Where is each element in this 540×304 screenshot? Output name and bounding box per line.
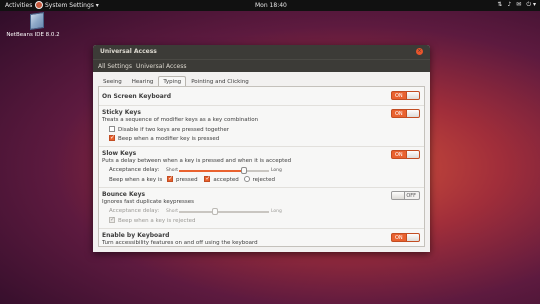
enable-by-keyboard-desc: Turn accessibility features on and off u… [102, 240, 258, 246]
netbeans-cube-icon [30, 12, 44, 30]
universal-access-window: Universal Access × All Settings Universa… [93, 45, 430, 252]
app-menu-label: System Settings ▾ [45, 1, 99, 9]
bounce-keys-desc: Ignores fast duplicate keypresses [102, 199, 195, 205]
settings-navbar: All Settings Universal Access [93, 59, 430, 72]
beep-pressed-checkbox[interactable] [167, 175, 173, 182]
toggle-state: OFF [406, 193, 416, 199]
slow-keys-toggle[interactable]: ON [391, 150, 420, 159]
disable-checkbox[interactable] [109, 126, 115, 132]
toggle-state: ON [395, 152, 403, 158]
bounce-delay-slider[interactable] [179, 208, 269, 215]
beep-accepted-checkbox[interactable] [204, 175, 210, 182]
sticky-beep-option[interactable]: Beep when a modifier key is pressed [109, 134, 220, 142]
bounce-long-label: Long [271, 209, 282, 214]
beep-modifier-label: Beep when a modifier key is pressed [118, 136, 220, 142]
disable-label: Disable if two keys are pressed together [118, 127, 230, 133]
window-titlebar[interactable]: Universal Access × [93, 45, 430, 59]
clock[interactable]: Mon 18:40 [255, 2, 287, 9]
slider-thumb[interactable] [212, 208, 218, 215]
slow-beep-row: Beep when a key is pressed accepted reje… [109, 175, 275, 183]
sticky-disable-option[interactable]: Disable if two keys are pressed together [109, 126, 229, 133]
power-menu-icon[interactable]: ⏻ ▾ [526, 1, 536, 9]
bounce-beep-label: Beep when a key is rejected [118, 218, 196, 224]
app-menu[interactable]: System Settings ▾ [35, 1, 99, 9]
tab-pointing-clicking[interactable]: Pointing and Clicking [186, 76, 254, 86]
activities-button[interactable]: Activities [5, 2, 32, 9]
network-icon[interactable]: ⇅ [497, 1, 502, 9]
osk-title: On Screen Keyboard [102, 93, 172, 100]
slow-keys-desc: Puts a delay between when a key is press… [102, 158, 292, 164]
tab-hearing[interactable]: Hearing [127, 76, 159, 86]
close-icon[interactable]: × [416, 48, 423, 55]
top-panel: Activities System Settings ▾ Mon 18:40 ⇅… [0, 0, 540, 11]
slider-thumb[interactable] [240, 167, 247, 174]
slow-short-label: Short [166, 168, 179, 173]
volume-icon[interactable]: ♪ [507, 1, 511, 9]
slider-fill [179, 211, 215, 213]
beep-modifier-checkbox[interactable] [109, 134, 115, 141]
pressed-label: pressed [176, 177, 198, 183]
desktop-icon-label: NetBeans IDE 8.0.2 [6, 32, 60, 38]
accepted-label: accepted [213, 177, 239, 183]
typing-panel: On Screen Keyboard ON Sticky Keys Treats… [98, 86, 425, 247]
status-area[interactable]: ⇅ ♪ ✉ ⏻ ▾ [497, 1, 536, 9]
enable-by-keyboard-toggle[interactable]: ON [391, 233, 420, 242]
tab-bar: Seeing Hearing Typing Pointing and Click… [98, 76, 254, 86]
osk-toggle[interactable]: ON [391, 91, 420, 100]
sticky-keys-desc: Treats a sequence of modifier keys as a … [102, 117, 259, 123]
bounce-keys-toggle[interactable]: OFF [391, 191, 420, 200]
bounce-keys-title: Bounce Keys [102, 191, 146, 198]
slow-keys-title: Slow Keys [102, 150, 137, 157]
tab-typing[interactable]: Typing [158, 76, 187, 86]
slider-fill [179, 170, 244, 172]
toggle-state: ON [395, 111, 403, 117]
toggle-state: ON [395, 235, 403, 241]
beep-when-label: Beep when a key is [109, 177, 163, 183]
bounce-delay-label: Acceptance delay: [109, 208, 160, 214]
slow-delay-slider[interactable] [179, 167, 269, 174]
toggle-state: ON [395, 93, 403, 99]
bounce-beep-option[interactable]: Beep when a key is rejected [109, 216, 196, 224]
slow-long-label: Long [271, 168, 282, 173]
system-settings-icon [35, 1, 43, 9]
all-settings-button[interactable]: All Settings [98, 63, 132, 70]
messages-icon[interactable]: ✉ [516, 1, 521, 9]
breadcrumb-current: Universal Access [136, 63, 187, 70]
window-title: Universal Access [100, 48, 157, 55]
enable-by-keyboard-title: Enable by Keyboard [102, 232, 170, 239]
tab-seeing[interactable]: Seeing [98, 76, 127, 86]
bounce-beep-checkbox[interactable] [109, 216, 115, 223]
rejected-label: rejected [252, 177, 275, 183]
netbeans-desktop-icon[interactable]: NetBeans IDE 8.0.2 [6, 12, 62, 38]
sticky-keys-title: Sticky Keys [102, 109, 141, 116]
beep-rejected-checkbox[interactable] [244, 176, 251, 182]
sticky-keys-toggle[interactable]: ON [391, 109, 420, 118]
bounce-short-label: Short [166, 209, 179, 214]
slow-delay-label: Acceptance delay: [109, 167, 160, 173]
